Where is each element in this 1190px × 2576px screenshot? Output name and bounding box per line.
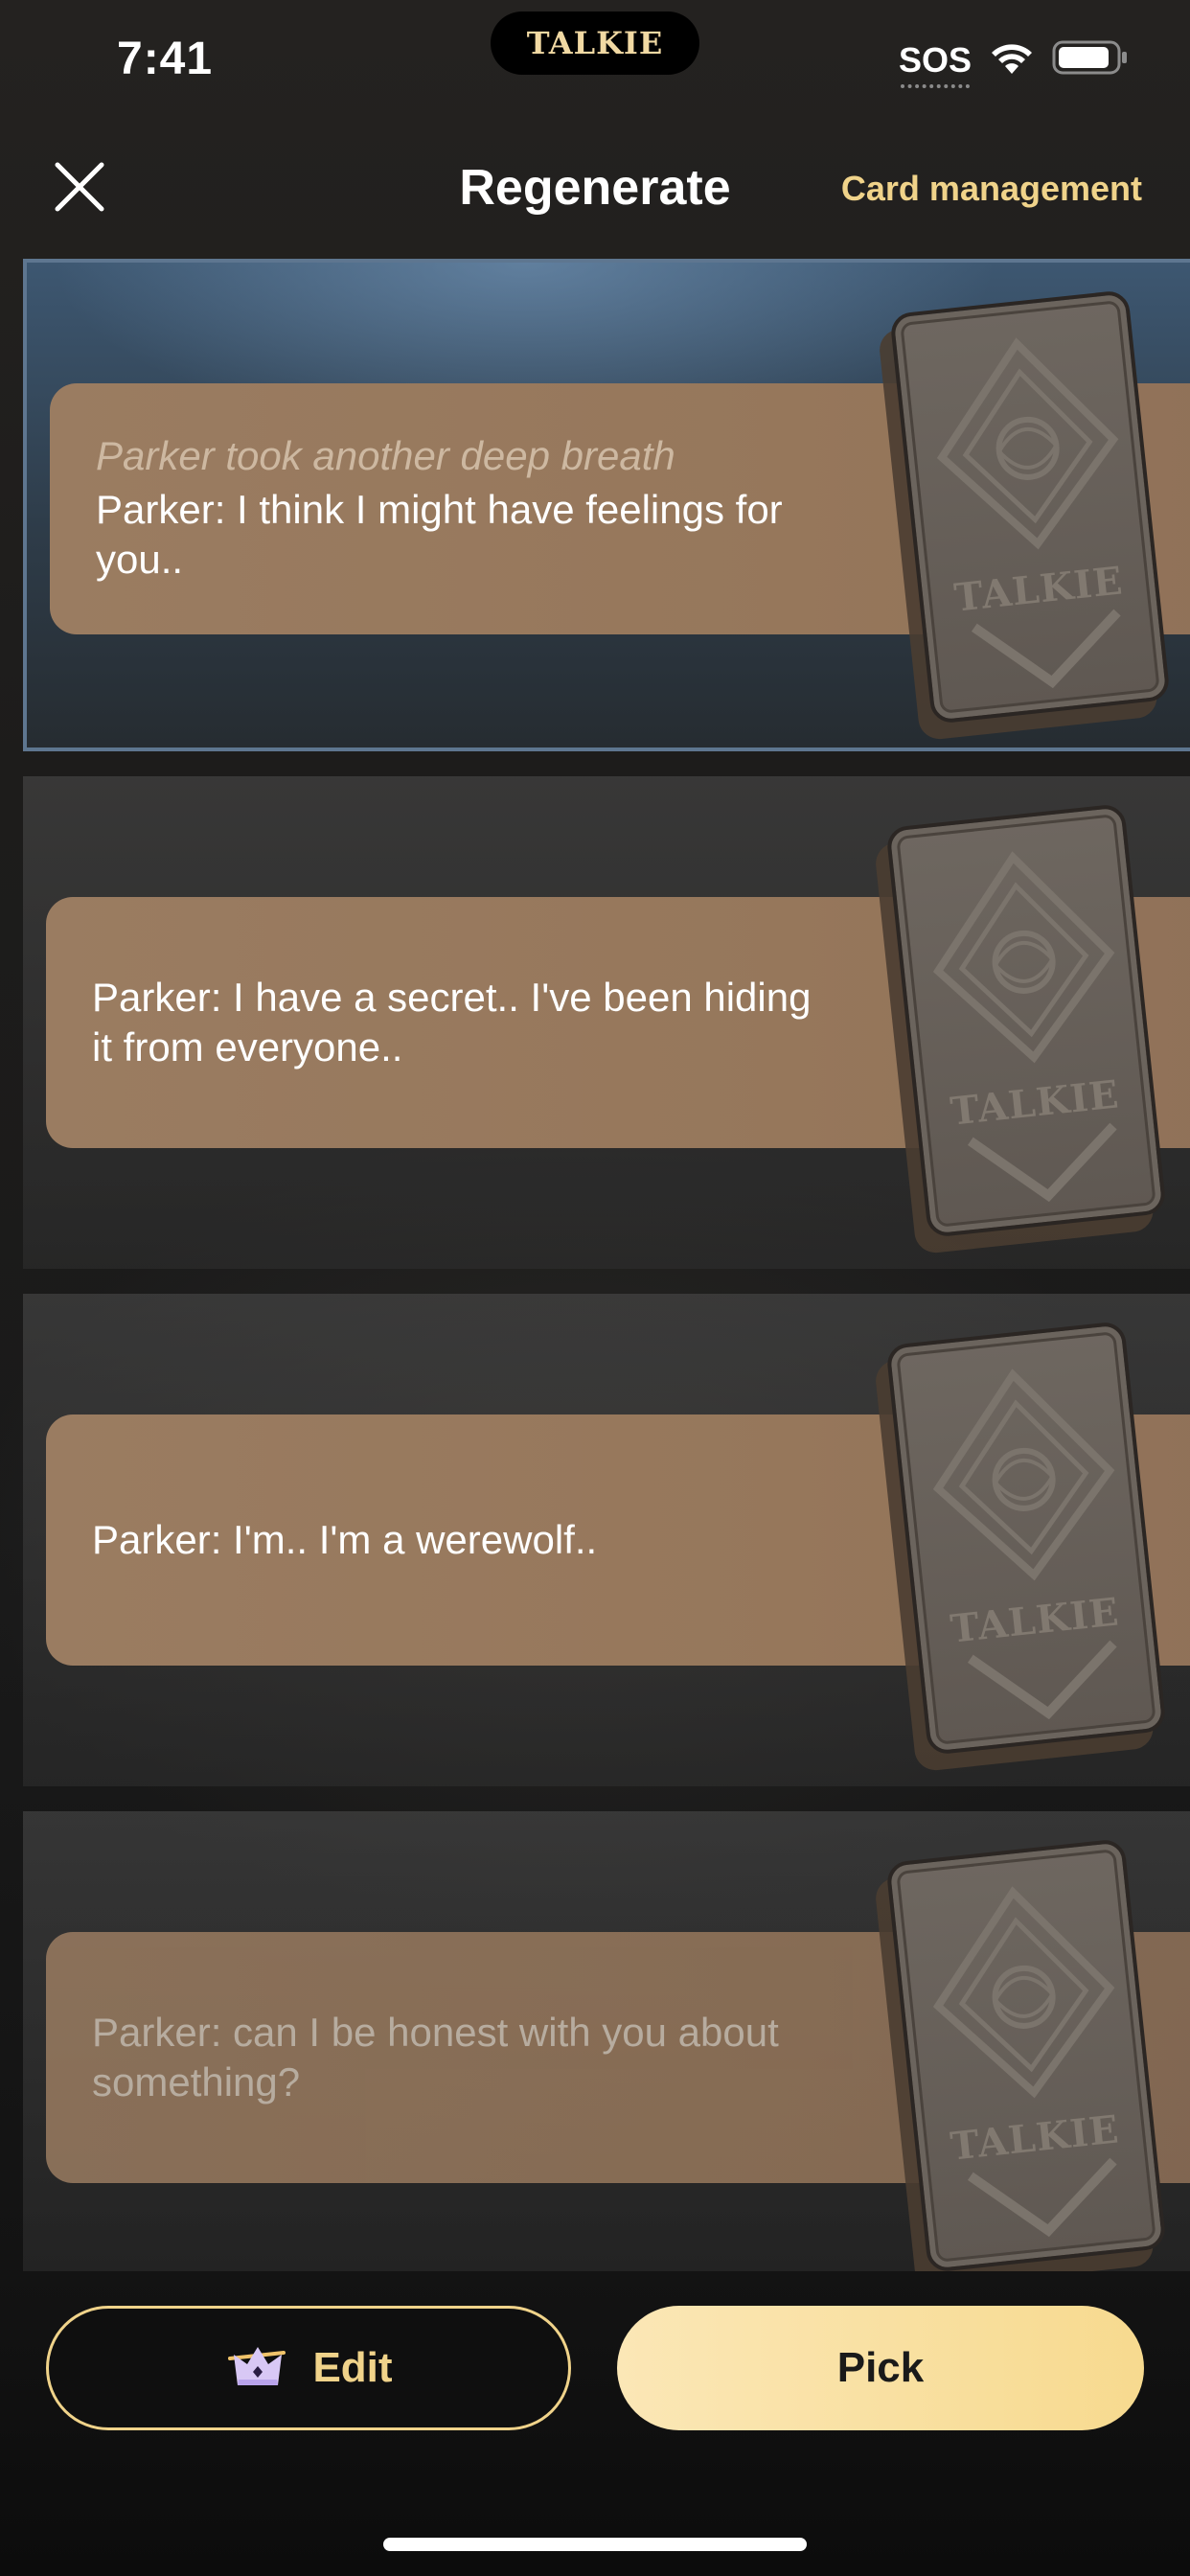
regenerate-screen: 7:41 TALKIE SOS Regenerate Card manageme [0,0,1190,2576]
card-emblem-icon [932,851,1117,1203]
card-back-image: TALKIE [873,1321,1167,1773]
card-emblem-icon [932,1886,1117,2238]
dynamic-island: TALKIE [491,12,699,75]
card-management-link[interactable]: Card management [841,169,1142,209]
pick-label: Pick [836,2344,925,2391]
card-back-image: TALKIE [873,1838,1167,2271]
talkie-logo: TALKIE [526,25,664,61]
status-time: 7:41 [117,34,214,84]
pick-button[interactable]: Pick [617,2306,1144,2430]
status-icons: SOS [898,38,1129,88]
home-indicator[interactable] [383,2538,807,2551]
battery-icon [1052,38,1129,81]
response-text: Parker: can I be honest with you about s… [92,2010,779,2104]
response-option-1[interactable]: Parker took another deep breath Parker: … [23,259,1190,751]
response-option-2[interactable]: Parker: I have a secret.. I've been hidi… [23,776,1190,1269]
card-emblem-icon [932,1368,1117,1720]
response-text: Parker: I'm.. I'm a werewolf.. [92,1517,598,1562]
response-text: Parker: I have a secret.. I've been hidi… [92,975,812,1070]
edit-button[interactable]: Edit [46,2306,571,2430]
response-text: Parker: I think I might have feelings fo… [96,487,783,582]
card-emblem-icon [936,337,1121,689]
crown-icon [224,2341,291,2396]
card-back-image: TALKIE [877,289,1171,742]
card-back-image: TALKIE [873,803,1167,1255]
response-option-3[interactable]: Parker: I'm.. I'm a werewolf.. TALKIE [23,1294,1190,1786]
wifi-icon [989,39,1035,80]
edit-label: Edit [312,2344,393,2391]
response-option-4[interactable]: Parker: can I be honest with you about s… [23,1811,1190,2271]
sos-indicator: SOS [898,39,972,88]
